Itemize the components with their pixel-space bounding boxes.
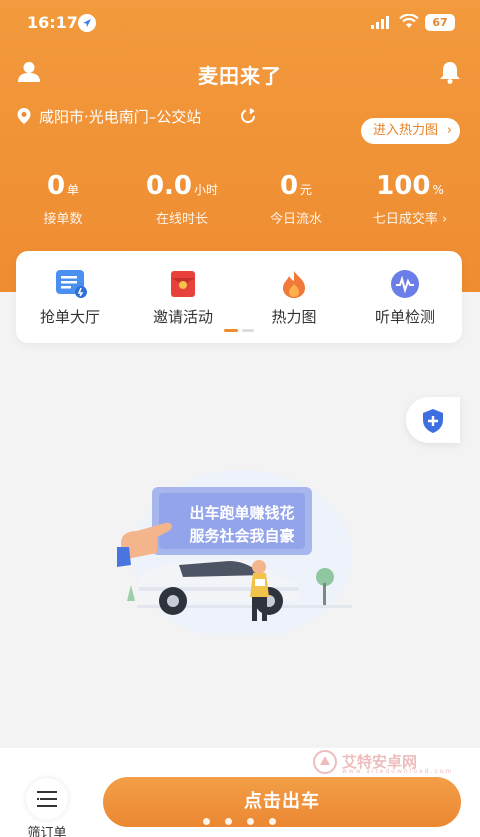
heatmap-entry-button[interactable]: 进入热力图 › bbox=[360, 118, 460, 144]
stat-value: 0 bbox=[279, 171, 299, 201]
stat-label: 今日流水 bbox=[269, 212, 322, 227]
indicator-active bbox=[224, 329, 238, 332]
filter-orders-label: 筛订单 bbox=[27, 826, 67, 837]
stat-completion-rate[interactable]: 100% 七日成交率 › bbox=[355, 170, 465, 227]
stat-unit: 小时 bbox=[194, 183, 219, 197]
watermark-url: www.aitedownload.com bbox=[342, 768, 454, 775]
indicator-inactive bbox=[242, 329, 254, 332]
title-row: 麦田来了 bbox=[0, 52, 480, 92]
stat-online-hours[interactable]: 0.0 小时 在线时长 bbox=[127, 170, 237, 227]
red-envelope-icon bbox=[167, 268, 199, 300]
page-dot bbox=[269, 818, 276, 825]
function-order-hall[interactable]: 抢单大厅 bbox=[20, 268, 120, 327]
cell-signal-icon bbox=[371, 16, 389, 29]
location-text: 咸阳市·光电南门–公交站 bbox=[39, 108, 202, 126]
stat-unit: 单 bbox=[67, 183, 80, 197]
chevron-right-icon: › bbox=[446, 123, 452, 138]
illustration-slogan-1: 出车跑单赚钱花 bbox=[189, 504, 295, 522]
order-hall-icon bbox=[54, 268, 87, 300]
app-title: 麦田来了 bbox=[198, 64, 282, 88]
function-label: 抢单大厅 bbox=[39, 308, 100, 326]
stats-row: 0单 接单数 0.0 小时 在线时长 0元 今日流水 100% 七日成交率 › bbox=[0, 170, 480, 230]
watermark: 艾特安卓网 www.aitedownload.com bbox=[312, 746, 451, 778]
function-invite[interactable]: 邀请活动 bbox=[133, 268, 233, 327]
refresh-icon[interactable] bbox=[239, 107, 257, 125]
header-banner: 16:17 67 麦田来了 咸阳市·光电南门–公交站 进入热力图 › 0 单 接… bbox=[0, 0, 480, 292]
stat-orders[interactable]: 0单 接单数 bbox=[8, 170, 118, 227]
status-bar: 16:17 67 bbox=[0, 0, 480, 44]
page-dot bbox=[225, 818, 232, 825]
location-pin-icon bbox=[17, 108, 31, 124]
filter-lines-icon bbox=[37, 791, 57, 807]
stat-label: 接单数 bbox=[43, 212, 83, 227]
stat-revenue[interactable]: 0元 今日流水 bbox=[241, 170, 351, 227]
page-dot bbox=[247, 818, 254, 825]
illustration-slogan-2: 服务社会我自豪 bbox=[189, 527, 295, 545]
wifi-icon bbox=[399, 14, 419, 28]
battery-indicator: 67 bbox=[425, 14, 455, 31]
heatmap-entry-label: 进入热力图 bbox=[372, 123, 438, 138]
page-dot bbox=[203, 818, 210, 825]
watermark-logo-icon bbox=[313, 750, 337, 774]
stat-unit: % bbox=[432, 183, 444, 197]
function-label: 热力图 bbox=[271, 308, 317, 326]
safety-shield-button[interactable] bbox=[406, 397, 460, 443]
stat-label: 七日成交率 › bbox=[372, 212, 448, 227]
stat-value: 100 bbox=[376, 171, 431, 201]
flame-icon bbox=[278, 268, 310, 300]
function-listen-test[interactable]: 听单检测 bbox=[355, 268, 455, 327]
bell-icon[interactable] bbox=[439, 60, 461, 84]
shield-plus-icon bbox=[423, 409, 443, 433]
filter-circle bbox=[26, 778, 68, 820]
stat-label: 在线时长 bbox=[155, 212, 208, 227]
stat-value: 0.0 bbox=[145, 171, 193, 201]
stat-unit: 元 bbox=[300, 183, 313, 197]
wave-icon bbox=[389, 268, 421, 300]
function-label: 听单检测 bbox=[374, 308, 435, 326]
location-arrow-icon bbox=[78, 14, 96, 32]
depart-button[interactable]: 点击出车 bbox=[103, 777, 461, 827]
function-card: 抢单大厅 邀请活动 热力图 听单检测 bbox=[16, 251, 462, 343]
function-label: 邀请活动 bbox=[152, 308, 213, 326]
function-heatmap[interactable]: 热力图 bbox=[244, 268, 344, 327]
stat-value: 0 bbox=[46, 171, 66, 201]
status-time: 16:17 bbox=[27, 13, 78, 32]
empty-state-illustration: 出车跑单赚钱花 服务社会我自豪 bbox=[117, 455, 367, 640]
filter-orders-button[interactable]: 筛订单 bbox=[22, 778, 72, 837]
